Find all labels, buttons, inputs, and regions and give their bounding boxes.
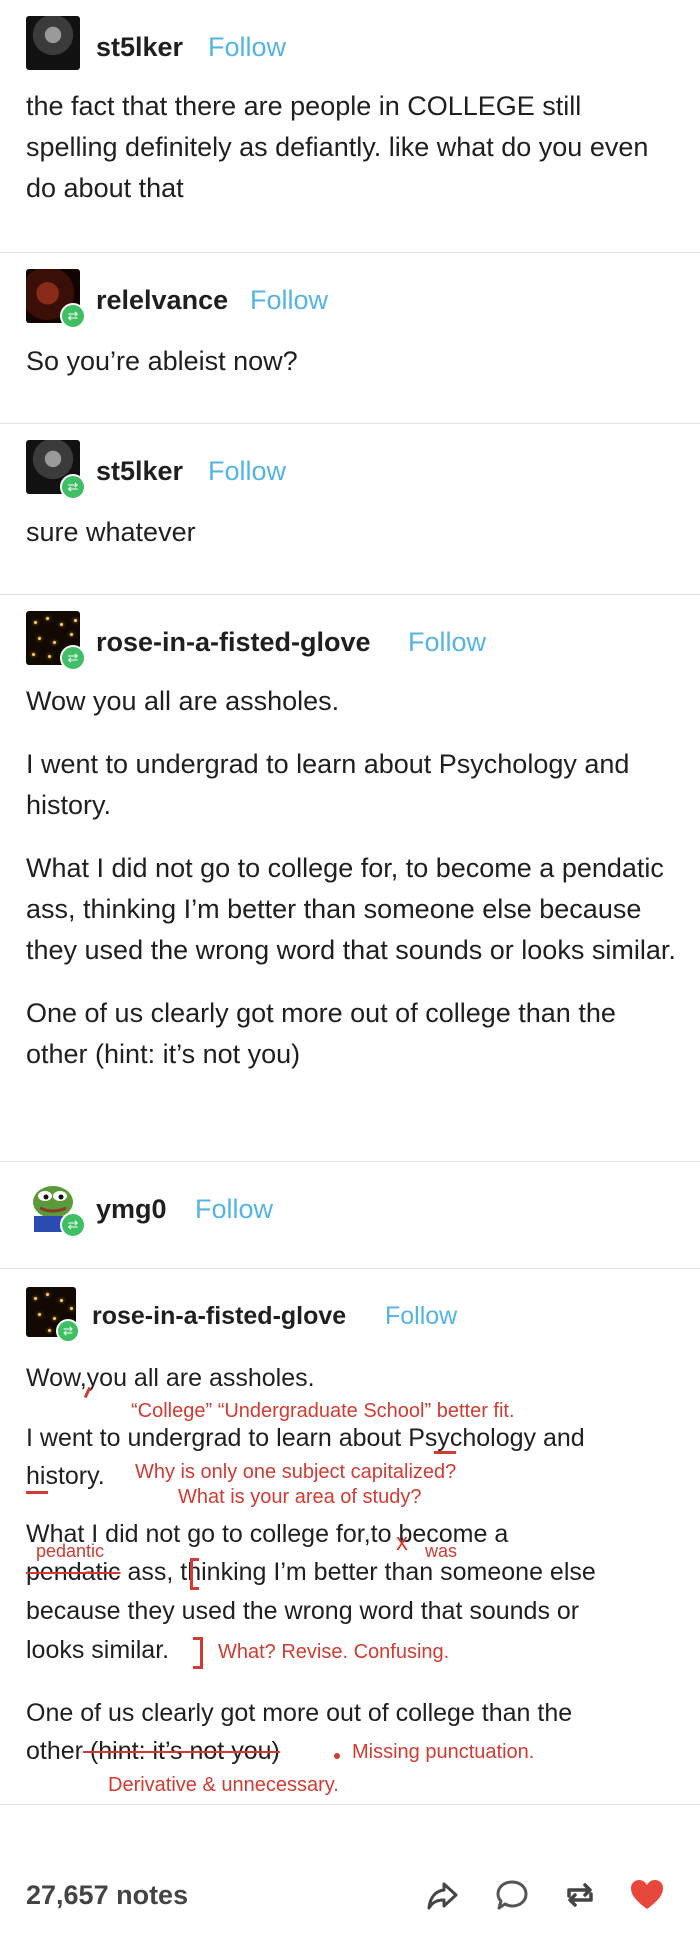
image-line: One of us clearly got more out of colleg… bbox=[26, 1699, 573, 1727]
reblog-icon: ⇄ bbox=[56, 1319, 80, 1343]
heart-icon[interactable] bbox=[628, 1876, 666, 1914]
image-line: pendatic ass, thinking I’m better than s… bbox=[26, 1552, 596, 1593]
avatar[interactable] bbox=[26, 16, 80, 70]
post-paragraph: sure whatever bbox=[26, 517, 196, 547]
post-reblog: ⇄ relelvance Follow So you’re ableist no… bbox=[0, 253, 700, 423]
follow-button[interactable]: Follow bbox=[250, 285, 328, 316]
image-line: Wow,you all are assholes. bbox=[26, 1364, 315, 1392]
annotated-image: ⇄ rose-in-a-fisted-glove Follow Wow,you … bbox=[0, 1269, 700, 1804]
username[interactable]: st5lker bbox=[96, 32, 183, 63]
username: rose-in-a-fisted-glove bbox=[92, 1302, 347, 1330]
post-reblog: ⇄ ymg0 Follow bbox=[0, 1162, 700, 1268]
underline-mark bbox=[434, 1451, 456, 1454]
annotation-derivative: Derivative & unnecessary. bbox=[108, 1774, 339, 1796]
post-original: st5lker Follow the fact that there are p… bbox=[0, 0, 700, 252]
annotation-area: What is your area of study? bbox=[178, 1486, 422, 1508]
period-mark bbox=[334, 1753, 340, 1759]
username[interactable]: relelvance bbox=[96, 285, 228, 316]
annotation-punctuation: Missing punctuation. bbox=[352, 1741, 535, 1763]
line-text: other bbox=[26, 1737, 83, 1765]
reblog-icon[interactable] bbox=[561, 1876, 599, 1914]
image-line: I went to undergrad to learn about Psych… bbox=[26, 1424, 585, 1452]
bracket-mark bbox=[190, 1558, 199, 1561]
post-body: Wow you all are assholes. I went to unde… bbox=[26, 681, 676, 1097]
post-paragraph: One of us clearly got more out of colleg… bbox=[26, 998, 616, 1069]
reblog-icon: ⇄ bbox=[60, 474, 86, 500]
reblog-icon: ⇄ bbox=[60, 303, 86, 329]
post-body: the fact that there are people in COLLEG… bbox=[26, 86, 676, 231]
annotation-revise: What? Revise. Confusing. bbox=[218, 1641, 450, 1663]
post-paragraph: the fact that there are people in COLLEG… bbox=[26, 91, 649, 203]
post-paragraph: Wow you all are assholes. bbox=[26, 686, 340, 716]
post-body: So you’re ableist now? bbox=[26, 341, 676, 404]
image-line: What I did not go to college for,to beco… bbox=[26, 1520, 509, 1548]
post-paragraph: So you’re ableist now? bbox=[26, 346, 298, 376]
post-paragraph: I went to undergrad to learn about Psych… bbox=[26, 749, 630, 820]
struck-text: (hint: it’s not you) bbox=[82, 1737, 280, 1765]
username[interactable]: ymg0 bbox=[96, 1194, 167, 1225]
follow-button[interactable]: Follow bbox=[208, 456, 286, 487]
comment-icon[interactable] bbox=[493, 1876, 531, 1914]
image-line: other (hint: it’s not you) bbox=[26, 1731, 280, 1772]
follow-button[interactable]: Follow bbox=[195, 1194, 273, 1225]
bracket-mark bbox=[200, 1637, 203, 1669]
image-line: looks similar. bbox=[26, 1636, 170, 1664]
post-paragraph: What I did not go to college for, to bec… bbox=[26, 853, 676, 965]
username[interactable]: st5lker bbox=[96, 456, 183, 487]
bracket-mark bbox=[190, 1587, 199, 1590]
underline-mark bbox=[26, 1491, 48, 1494]
image-line: because they used the wrong word that so… bbox=[26, 1597, 580, 1625]
post-body: sure whatever bbox=[26, 512, 676, 575]
struck-word: pendatic bbox=[26, 1558, 121, 1586]
reblog-icon: ⇄ bbox=[60, 1212, 86, 1238]
username[interactable]: rose-in-a-fisted-glove bbox=[96, 627, 371, 658]
bracket-mark bbox=[190, 1558, 193, 1590]
notes-count[interactable]: 27,657 notes bbox=[26, 1880, 188, 1911]
share-icon[interactable] bbox=[424, 1876, 462, 1914]
post-reblog: ⇄ st5lker Follow sure whatever bbox=[0, 424, 700, 594]
bracket-mark bbox=[193, 1666, 202, 1669]
bracket-mark bbox=[193, 1637, 202, 1640]
follow-button[interactable]: Follow bbox=[208, 32, 286, 63]
follow-button: Follow bbox=[385, 1302, 458, 1330]
reblog-icon: ⇄ bbox=[60, 645, 86, 671]
post-reblog: ⇄ rose-in-a-fisted-glove Follow Wow you … bbox=[0, 595, 700, 1161]
annotation-capitalized: Why is only one subject capitalized? bbox=[135, 1461, 457, 1483]
follow-button[interactable]: Follow bbox=[408, 627, 486, 658]
post-divider bbox=[0, 1804, 700, 1805]
